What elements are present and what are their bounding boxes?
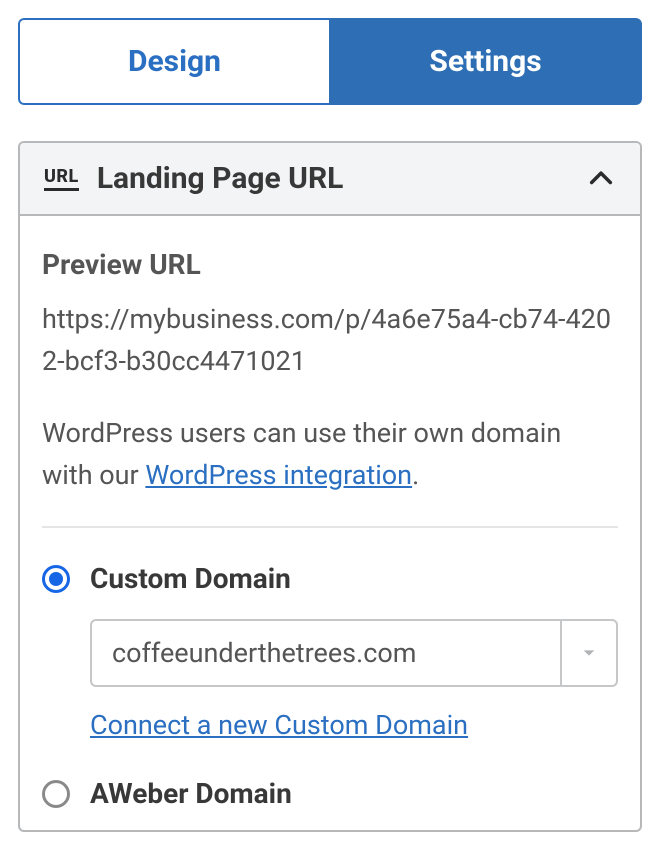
connect-new-custom-domain-link[interactable]: Connect a new Custom Domain: [90, 709, 468, 741]
aweber-domain-option[interactable]: AWeber Domain: [42, 777, 618, 810]
top-tabs: Design Settings: [18, 18, 642, 105]
panel-body: Preview URL https://mybusiness.com/p/4a6…: [20, 216, 640, 830]
custom-domain-selected-value: coffeeunderthetrees.com: [92, 621, 560, 685]
tab-design[interactable]: Design: [18, 18, 329, 105]
wordpress-note-suffix: .: [412, 459, 419, 491]
chevron-up-icon: [586, 164, 616, 194]
radio-aweber-domain[interactable]: [42, 780, 70, 808]
panel-title: Landing Page URL: [97, 161, 586, 196]
custom-domain-option[interactable]: Custom Domain: [42, 562, 618, 595]
wordpress-note: WordPress users can use their own domain…: [42, 413, 618, 529]
chevron-down-icon: [560, 621, 616, 685]
landing-page-url-panel: URL Landing Page URL Preview URL https:/…: [18, 141, 642, 832]
tab-settings[interactable]: Settings: [329, 18, 642, 105]
custom-domain-label: Custom Domain: [90, 562, 291, 595]
preview-url-value: https://mybusiness.com/p/4a6e75a4-cb74-4…: [42, 299, 618, 383]
panel-header[interactable]: URL Landing Page URL: [20, 143, 640, 216]
custom-domain-select[interactable]: coffeeunderthetrees.com: [90, 619, 618, 687]
url-icon: URL: [44, 166, 79, 191]
preview-url-label: Preview URL: [42, 248, 618, 281]
wordpress-integration-link[interactable]: WordPress integration: [145, 459, 412, 491]
aweber-domain-label: AWeber Domain: [90, 777, 292, 810]
radio-custom-domain[interactable]: [42, 565, 70, 593]
